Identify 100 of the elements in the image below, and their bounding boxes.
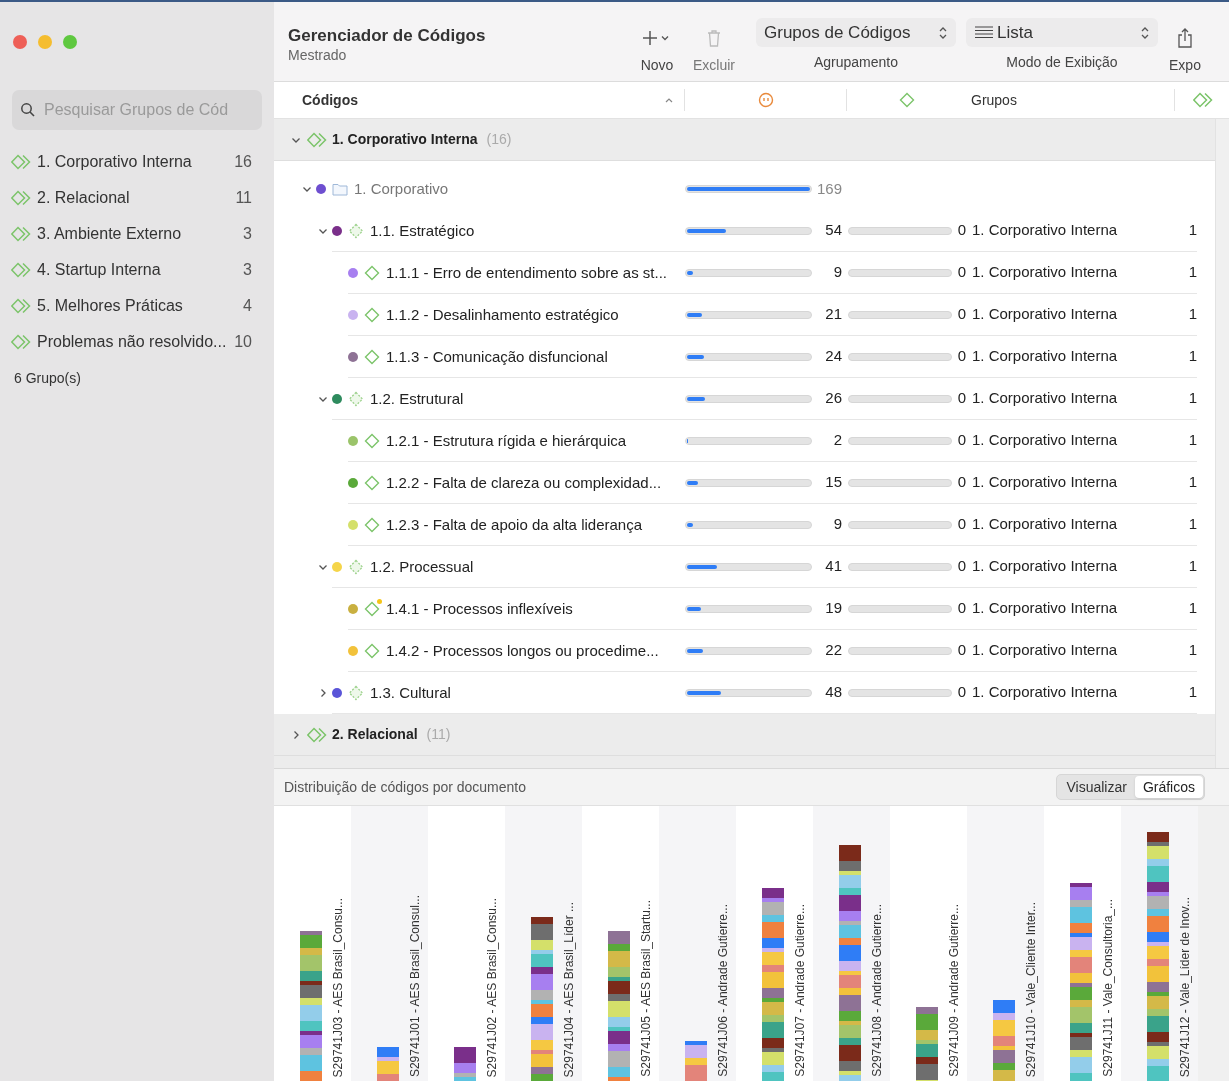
- document-label: S29741J03 - AES Brasil_Consu...: [330, 897, 346, 1077]
- sidebar-item[interactable]: 5. Melhores Práticas 4: [0, 288, 274, 324]
- new-button[interactable]: Novo: [634, 2, 680, 76]
- group-title: 1. Corporativo Interna: [332, 130, 478, 149]
- code-name[interactable]: 1.4.1 - Processos inflexíveis: [386, 597, 573, 621]
- sidebar-item[interactable]: 4. Startup Interna 3: [0, 252, 274, 288]
- weight-text: 0: [956, 304, 966, 325]
- document-label: S29741J08 - Andrade Gutierre...: [869, 904, 885, 1077]
- code-group-icon: [11, 226, 31, 242]
- group-count: 1: [1187, 304, 1197, 325]
- code-icon: [364, 307, 380, 323]
- group-name: 1. Corporativo Interna: [971, 598, 1119, 619]
- grouping-dropdown[interactable]: Grupos de Códigos: [756, 18, 956, 47]
- search-icon: [20, 102, 36, 118]
- group-count: 1: [1187, 682, 1197, 703]
- weight-text: 0: [956, 682, 966, 703]
- document-label: S29741J11 - Vale_Consultoria_...: [1100, 899, 1116, 1077]
- document-label: S29741J07 - Andrade Gutierre...: [792, 904, 808, 1077]
- weight-text: 0: [956, 556, 966, 577]
- group-name: 1. Corporativo Interna: [971, 388, 1119, 409]
- share-icon: [1177, 26, 1193, 50]
- code-name[interactable]: 1.3. Cultural: [370, 681, 451, 705]
- group-count: 1: [1187, 556, 1197, 577]
- code-name[interactable]: 1.1. Estratégico: [370, 219, 475, 243]
- stacked-bar: [685, 1041, 707, 1081]
- code-name[interactable]: 1.1.2 - Desalinhamento estratégico: [386, 303, 619, 327]
- code-name[interactable]: 1. Corporativo: [354, 177, 449, 201]
- count-text: 15: [824, 472, 842, 493]
- code-name[interactable]: 1.1.1 - Erro de entendimento sobre as st...: [386, 261, 667, 285]
- category-icon: [348, 223, 364, 239]
- dropdown-label: Agrupamento: [813, 53, 899, 72]
- weight-text: 0: [956, 262, 966, 283]
- count-text: 54: [824, 220, 842, 241]
- group-name: 1. Corporativo Interna: [971, 304, 1119, 325]
- panel-title: Distribuição de códigos por documento: [284, 777, 528, 797]
- column-header[interactable]: Grupos: [971, 89, 1017, 111]
- column-header[interactable]: Códigos: [302, 89, 664, 111]
- group-name: 1. Corporativo Interna: [971, 640, 1119, 661]
- count-text: 19: [824, 598, 842, 619]
- weight-text: 0: [956, 220, 966, 241]
- search-field[interactable]: Pesquisar Grupos de Cód: [12, 90, 262, 130]
- code-name[interactable]: 1.2. Estrutural: [370, 387, 464, 411]
- weight-text: 0: [956, 514, 966, 535]
- count-text: 41: [824, 556, 842, 577]
- group-header-row[interactable]: 2. Relacional (11): [274, 714, 1215, 756]
- sidebar-item[interactable]: 1. Corporativo Interna 16: [0, 144, 274, 180]
- sidebar-item[interactable]: 3. Ambiente Externo 3: [0, 216, 274, 252]
- code-group-icon: [307, 131, 327, 148]
- weight-text: 0: [956, 472, 966, 493]
- code-name[interactable]: 1.4.2 - Processos longos ou procedime...: [386, 639, 659, 663]
- count-text: 48: [824, 682, 842, 703]
- count-text: 24: [824, 346, 842, 367]
- view-tab[interactable]: Visualizar: [1058, 776, 1135, 798]
- document-label: S29741J04 - AES Brasil_Líder ...: [561, 901, 577, 1077]
- group-count: 1: [1187, 472, 1197, 493]
- code-name[interactable]: 1.2. Processual: [370, 555, 474, 579]
- sidebar-item[interactable]: 2. Relacional 11: [0, 180, 274, 216]
- group-count: 1: [1187, 430, 1197, 451]
- weight-text: 0: [956, 640, 966, 661]
- code-group-icon: [11, 262, 31, 278]
- close-button[interactable]: [13, 35, 27, 49]
- list-icon: [974, 24, 994, 41]
- group-count: (11): [426, 725, 451, 744]
- view-mode-dropdown[interactable]: Lista: [966, 18, 1158, 47]
- group-name: 1. Corporativo Interna: [971, 472, 1119, 493]
- view-tab[interactable]: Gráficos: [1134, 776, 1203, 798]
- code-name[interactable]: 1.2.3 - Falta de apoio da alta liderança: [386, 513, 642, 537]
- code-name[interactable]: 1.2.2 - Falta de clareza ou complexidad...: [386, 471, 662, 495]
- category-icon: [348, 559, 364, 575]
- folder-icon: [332, 182, 348, 196]
- group-name: 1. Corporativo Interna: [971, 430, 1119, 451]
- group-count: 1: [1187, 262, 1197, 283]
- group-count: 1: [1187, 598, 1197, 619]
- group-name: 1. Corporativo Interna: [971, 262, 1119, 283]
- group-count: 1: [1187, 514, 1197, 535]
- code-icon: [364, 349, 380, 365]
- delete-button[interactable]: Excluir: [686, 2, 742, 76]
- group-count: 1: [1187, 388, 1197, 409]
- dropdown-label: Modo de Exibição: [1006, 53, 1118, 72]
- sort-caret-icon[interactable]: [664, 96, 674, 104]
- count-text: 2: [832, 430, 842, 451]
- code-group-icon: [11, 298, 31, 314]
- code-group-icon: [11, 190, 31, 206]
- document-label: S29741J02 - AES Brasil_Consu...: [484, 897, 500, 1077]
- code-name[interactable]: 1.2.1 - Estrutura rígida e hierárquica: [386, 429, 627, 453]
- count-text: 22: [824, 640, 842, 661]
- group-header-row[interactable]: 1. Corporativo Interna (16): [274, 119, 1215, 161]
- category-icon: [348, 685, 364, 701]
- code-icon: [364, 517, 380, 533]
- group-count: (16): [486, 130, 512, 149]
- document-label: S29741J10 - Vale_Cliente Inter...: [1023, 901, 1039, 1077]
- group-name: 1. Corporativo Interna: [971, 514, 1119, 535]
- weight-text: 0: [956, 430, 966, 451]
- export-button[interactable]: Expo: [1164, 2, 1206, 76]
- document-label: S29741J01 - AES Brasil_Consul...: [407, 894, 423, 1077]
- group-count: 1: [1187, 640, 1197, 661]
- code-name[interactable]: 1.1.3 - Comunicação disfuncional: [386, 345, 608, 369]
- sidebar-item[interactable]: Problemas não resolvido... 10: [0, 324, 274, 360]
- count-text: 9: [832, 514, 842, 535]
- weight-text: 0: [956, 598, 966, 619]
